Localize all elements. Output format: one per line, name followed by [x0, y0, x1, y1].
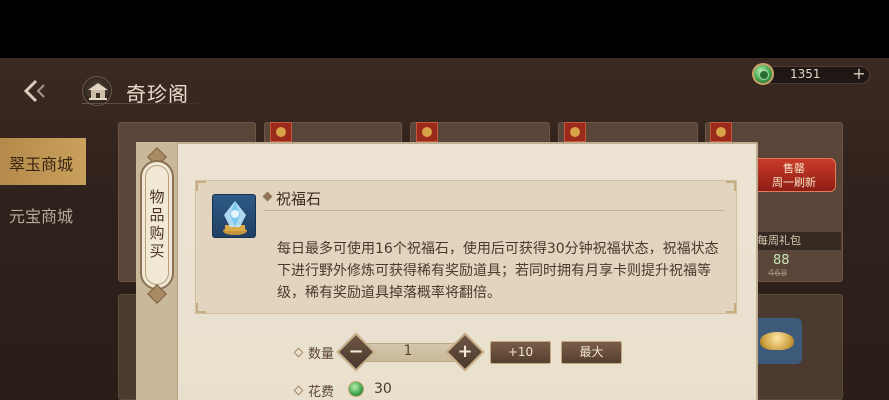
currency-amount: 1351	[790, 67, 821, 81]
item-name: 祝福石	[276, 190, 322, 208]
refresh-label: 周一刷新	[772, 176, 816, 189]
top-letterbox	[0, 0, 889, 58]
corner-ornament	[726, 303, 736, 313]
weekly-gift-label: 每周礼包	[753, 232, 841, 250]
jade-coin-icon	[348, 381, 364, 397]
sold-out-label: 售罄	[783, 162, 805, 175]
add-ten-button[interactable]: +10	[490, 341, 551, 364]
pavilion-icon	[82, 76, 112, 106]
ribbon-badge-icon	[416, 122, 438, 142]
nav-tab-ingot-shop[interactable]: 元宝商城	[0, 200, 86, 230]
quantity-label: 数量	[308, 347, 335, 362]
cost-label: 花费	[308, 385, 335, 400]
jade-coin-icon	[752, 63, 774, 85]
corner-ornament	[726, 181, 736, 191]
quantity-value: 1	[403, 343, 413, 359]
ribbon-badge-icon	[564, 122, 586, 142]
nav-tab-jade-shop[interactable]: 翠玉商城	[0, 138, 86, 185]
minus-icon: −	[348, 341, 364, 362]
game-screen: 奇珍阁 1351 + 翠玉商城 元宝商城 售罄 周一刷新 每周礼包 88 468…	[0, 0, 889, 400]
back-arrow-icon[interactable]	[22, 78, 52, 104]
item-description: 每日最多可使用16个祝福石，使用后可获得30分钟祝福状态，祝福状态下进行野外修炼…	[277, 241, 719, 301]
plus-icon: +	[457, 341, 473, 362]
max-quantity-button[interactable]: 最大	[561, 341, 622, 364]
gold-ingot-icon	[752, 318, 802, 364]
item-name-divider	[264, 210, 724, 211]
cost-value: 30	[374, 381, 392, 397]
ribbon-badge-icon	[710, 122, 732, 142]
corner-ornament	[196, 181, 206, 191]
blessing-stone-icon	[212, 194, 256, 238]
add-currency-button[interactable]: +	[850, 65, 868, 83]
price-current: 88	[773, 253, 790, 268]
sold-out-badge: 售罄 周一刷新	[752, 158, 836, 192]
dialog-title: 物品购买	[149, 188, 165, 260]
title-divider	[82, 103, 217, 104]
corner-ornament	[196, 303, 206, 313]
price-original: 468	[768, 268, 788, 279]
ribbon-badge-icon	[270, 122, 292, 142]
